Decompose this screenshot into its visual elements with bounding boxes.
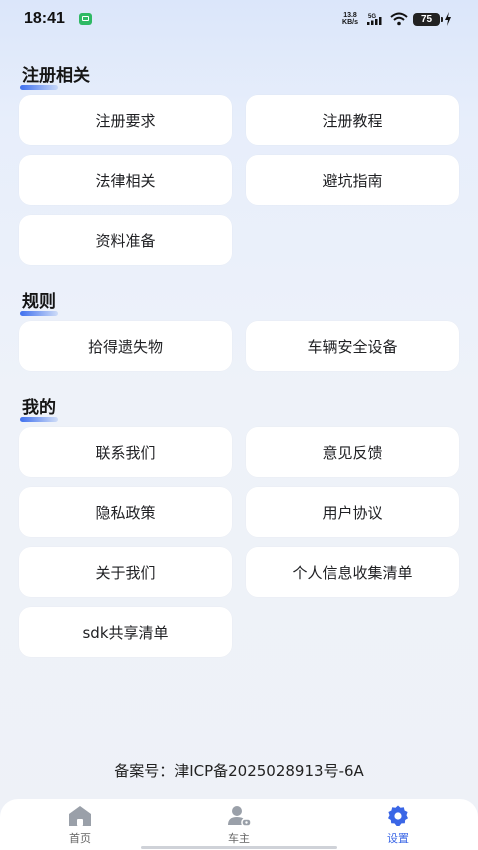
bottom-tab-bar: 首页 车主 设置 (0, 799, 478, 850)
menu-item-sdk-share-list[interactable]: sdk共享清单 (19, 607, 232, 657)
home-icon (69, 806, 91, 826)
wifi-icon (390, 12, 408, 26)
menu-item-vehicle-safety[interactable]: 车辆安全设备 (246, 321, 459, 371)
tab-settings[interactable]: 设置 (338, 799, 458, 850)
network-speed: 13.8 KB/s (338, 12, 362, 26)
menu-item-contact-us[interactable]: 联系我们 (19, 427, 232, 477)
menu-item-privacy-policy[interactable]: 隐私政策 (19, 487, 232, 537)
home-indicator[interactable] (141, 846, 337, 849)
status-time: 18:41 (24, 10, 65, 27)
menu-item-document-prep[interactable]: 资料准备 (19, 215, 232, 265)
charging-icon (445, 12, 451, 26)
network-speed-value: 13.8 (343, 12, 357, 19)
status-bar: 18:41 13.8 KB/s 5G 75 (0, 0, 478, 40)
tab-owner[interactable]: 车主 (179, 799, 299, 850)
app-notification-icon (79, 13, 92, 25)
icp-record[interactable]: 备案号：津ICP备2025028913号-6A (0, 760, 478, 781)
menu-item-lost-property[interactable]: 拾得遗失物 (19, 321, 232, 371)
signal-5g-icon: 5G (367, 14, 382, 25)
section-title-mine: 我的 (20, 393, 58, 422)
tab-home-label: 首页 (69, 832, 91, 845)
tab-owner-label: 车主 (228, 832, 250, 845)
tab-home[interactable]: 首页 (20, 799, 140, 850)
menu-item-feedback[interactable]: 意见反馈 (246, 427, 459, 477)
settings-gear-icon (388, 805, 408, 826)
section-title-rules: 规则 (20, 287, 58, 316)
section-title-text: 规则 (22, 292, 56, 312)
menu-item-register-tutorial[interactable]: 注册教程 (246, 95, 459, 145)
menu-item-personal-info-list[interactable]: 个人信息收集清单 (246, 547, 459, 597)
menu-item-legal[interactable]: 法律相关 (19, 155, 232, 205)
section-title-text: 注册相关 (22, 66, 90, 86)
tab-settings-label: 设置 (387, 832, 409, 845)
menu-item-user-agreement[interactable]: 用户协议 (246, 487, 459, 537)
battery-level: 75 (413, 13, 443, 26)
owner-icon (228, 806, 251, 827)
menu-item-pitfall-guide[interactable]: 避坑指南 (246, 155, 459, 205)
section-title-text: 我的 (22, 398, 56, 418)
menu-item-about-us[interactable]: 关于我们 (19, 547, 232, 597)
menu-item-register-requirements[interactable]: 注册要求 (19, 95, 232, 145)
network-speed-unit: KB/s (342, 19, 358, 26)
section-title-register: 注册相关 (20, 61, 90, 90)
